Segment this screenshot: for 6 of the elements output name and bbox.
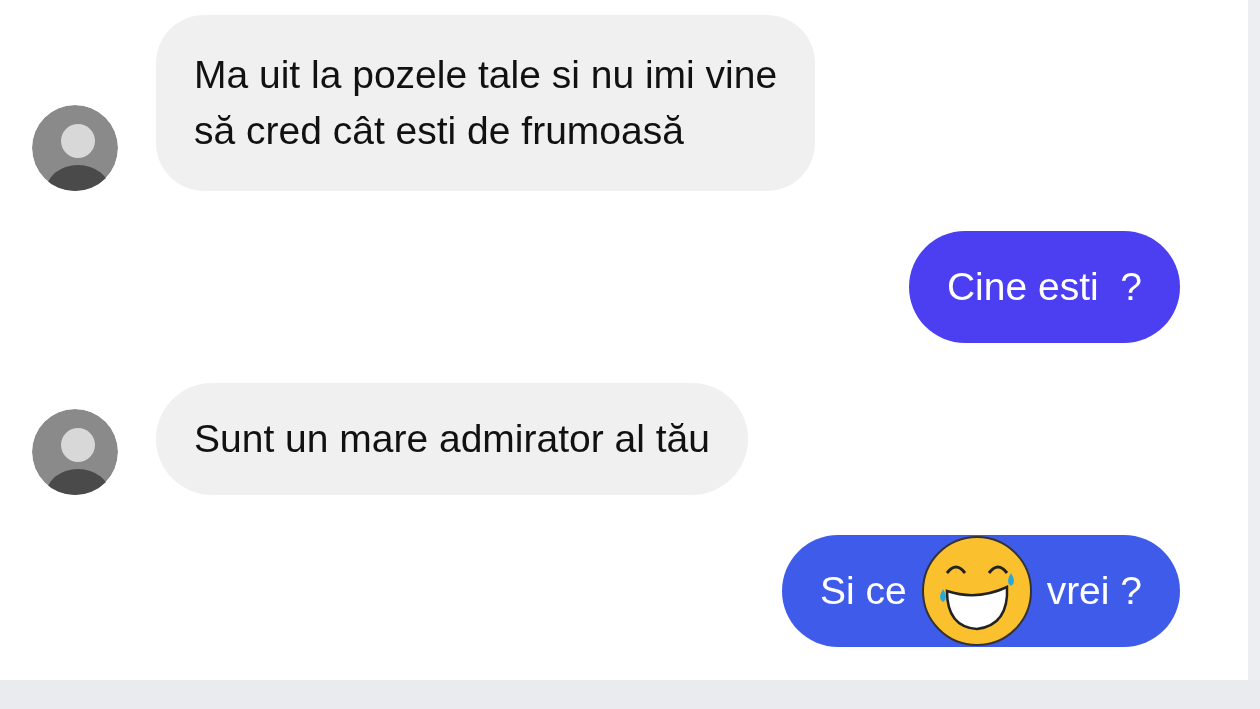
avatar-icon xyxy=(32,105,118,191)
message-bubble: Cine esti ? xyxy=(908,231,1180,343)
laughing-face-icon xyxy=(920,535,1033,647)
message-bubble: Ma uit la pozele tale si nu imi vine să cred cât esti de frumoasă xyxy=(156,15,816,191)
message-bubble: Sunt un mare admirator al tău xyxy=(156,383,748,495)
avatar-icon xyxy=(32,409,118,495)
